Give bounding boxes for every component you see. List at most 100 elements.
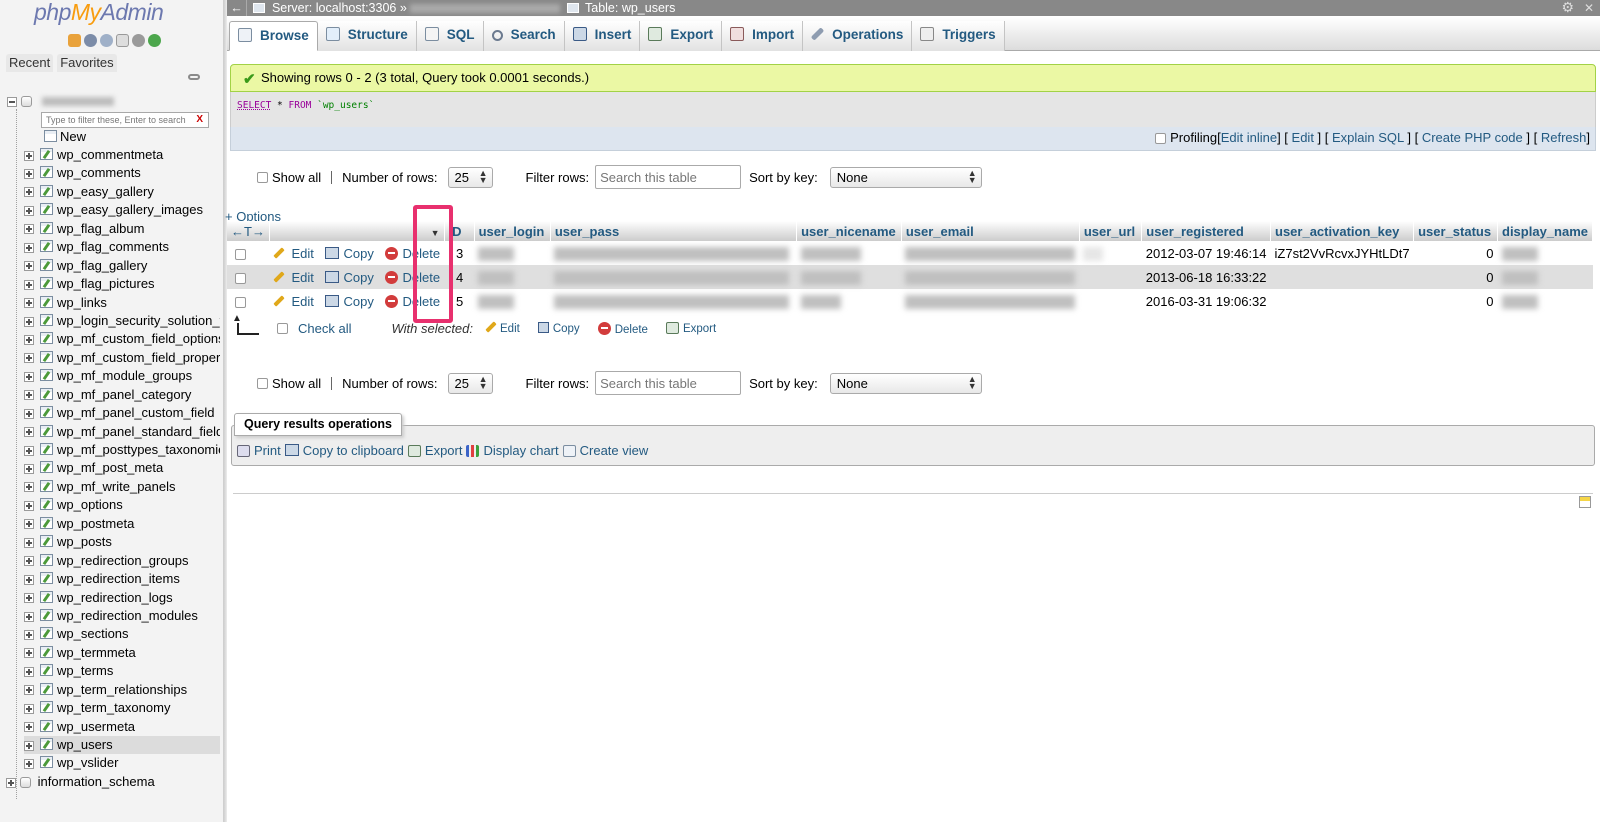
expand-icon[interactable]	[24, 482, 34, 493]
tab-insert[interactable]: Insert	[564, 21, 641, 51]
expand-icon[interactable]	[24, 390, 34, 401]
gear-icon[interactable]: ⚙	[1561, 0, 1574, 15]
show-all-checkbox[interactable]	[257, 377, 268, 389]
table-icon[interactable]	[40, 166, 53, 179]
expand-icon[interactable]	[24, 759, 34, 769]
expand-icon[interactable]	[24, 334, 34, 345]
table-icon[interactable]	[40, 664, 53, 677]
tab-operations[interactable]: Operations	[803, 21, 913, 51]
recent-tab[interactable]: Recent	[6, 54, 54, 72]
sql-keyword-select[interactable]: SELECT	[237, 100, 271, 111]
sidebar-table-item[interactable]: wp_users	[24, 736, 220, 755]
row-checkbox[interactable]	[235, 248, 246, 260]
copy-row-link[interactable]: Copy	[325, 270, 374, 285]
show-all-checkbox[interactable]	[257, 171, 268, 183]
sidebar-table-item[interactable]: wp_mf_panel_custom_field	[24, 404, 220, 422]
edit-row-link[interactable]: Edit	[273, 270, 314, 285]
export-results-link[interactable]: Export	[407, 443, 462, 458]
reload-icon[interactable]	[148, 34, 161, 47]
expand-icon[interactable]	[24, 464, 34, 474]
create-php-code-link[interactable]: Create PHP code	[1422, 130, 1523, 145]
table-icon[interactable]	[40, 608, 53, 621]
expand-icon[interactable]	[24, 593, 34, 604]
back-arrow-icon[interactable]: ←	[227, 0, 247, 16]
sidebar-table-item[interactable]: wp_redirection_modules	[24, 607, 220, 625]
close-icon[interactable]: ✕	[1584, 0, 1594, 16]
expand-icon[interactable]	[24, 611, 34, 622]
sort-by-key-select[interactable]: None ▲ ▼	[829, 166, 982, 188]
sidebar-table-item[interactable]: wp_mf_post_meta	[24, 459, 220, 477]
sidebar-table-item[interactable]: wp_flag_pictures	[24, 275, 220, 293]
expand-icon[interactable]	[24, 224, 34, 235]
settings-icon[interactable]	[132, 34, 145, 47]
sidebar-table-item[interactable]: wp_redirection_logs	[24, 589, 220, 607]
favorites-tab[interactable]: Favorites	[57, 54, 117, 72]
column-header-user-status[interactable]: user_status	[1413, 221, 1498, 241]
check-all-checkbox[interactable]	[277, 323, 288, 334]
table-icon[interactable]	[40, 203, 53, 216]
expand-icon[interactable]	[24, 298, 34, 309]
table-icon[interactable]	[40, 590, 53, 603]
column-header-user-url[interactable]: user_url	[1079, 221, 1143, 241]
expand-icon[interactable]	[24, 187, 34, 198]
table-icon[interactable]	[40, 535, 53, 548]
tab-import[interactable]: Import	[722, 21, 804, 51]
table-icon[interactable]	[40, 221, 53, 234]
bulk-edit-button[interactable]: Edit	[485, 320, 520, 335]
bulk-delete-button[interactable]: Delete	[597, 321, 648, 336]
home-icon[interactable]	[68, 34, 81, 47]
edit-row-link[interactable]: Edit	[273, 246, 314, 261]
table-breadcrumb[interactable]: Table: wp_users	[585, 1, 675, 15]
expand-icon[interactable]	[24, 427, 34, 438]
expand-icon[interactable]	[24, 722, 34, 733]
sidebar-table-item[interactable]: wp_mf_write_panels	[24, 478, 220, 496]
expand-icon[interactable]	[24, 408, 34, 419]
table-icon[interactable]	[40, 701, 53, 714]
table-icon[interactable]	[40, 443, 53, 455]
expand-icon[interactable]	[24, 279, 34, 290]
sidebar-table-item[interactable]: wp_comments	[24, 164, 220, 182]
sidebar-table-item[interactable]: wp_login_security_solution_fa	[24, 312, 220, 330]
cell-user-activation-key[interactable]	[1270, 289, 1414, 313]
cell-user-registered[interactable]: 2013-06-18 16:33:22	[1141, 265, 1271, 289]
expand-icon[interactable]	[24, 685, 34, 696]
table-icon[interactable]	[40, 295, 53, 308]
expand-icon[interactable]	[24, 353, 34, 364]
profiling-checkbox[interactable]	[1155, 133, 1167, 144]
sidebar-table-item[interactable]: wp_usermeta	[24, 718, 220, 736]
expand-icon[interactable]	[24, 500, 34, 511]
create-view-link[interactable]: Create view	[562, 443, 648, 458]
sidebar-table-item[interactable]: wp_termmeta	[24, 644, 220, 662]
sidebar-table-item[interactable]: wp_posts	[24, 533, 220, 551]
edit-query-link[interactable]: Edit	[1292, 130, 1314, 145]
table-icon[interactable]	[40, 313, 53, 326]
table-icon[interactable]	[40, 184, 53, 197]
help-icon[interactable]	[100, 34, 113, 47]
link-icon[interactable]	[188, 74, 200, 80]
tab-sql[interactable]: SQL	[416, 21, 484, 51]
cell-user-status[interactable]: 0	[1413, 289, 1498, 313]
rows-per-page-select[interactable]: 25 ▲ ▼	[447, 372, 493, 394]
sidebar-table-item[interactable]: wp_mf_posttypes_taxonomies	[24, 441, 220, 459]
sidebar-table-item[interactable]: wp_flag_comments	[24, 238, 220, 256]
edit-row-link[interactable]: Edit	[273, 294, 314, 309]
table-icon[interactable]	[40, 645, 53, 658]
table-filter-input[interactable]: Type to filter these, Enter to search X	[41, 112, 209, 128]
cell-user-activation-key[interactable]	[1270, 265, 1414, 289]
copy-to-clipboard-link[interactable]: Copy to clipboard	[284, 443, 404, 458]
table-icon[interactable]	[40, 756, 53, 769]
expand-icon[interactable]	[24, 316, 34, 327]
database-node[interactable]	[7, 93, 114, 108]
tab-browse[interactable]: Browse	[229, 21, 318, 51]
tab-structure[interactable]: Structure	[317, 21, 417, 51]
row-checkbox[interactable]	[235, 272, 246, 284]
expand-icon[interactable]	[24, 169, 34, 179]
clear-filter-icon[interactable]: X	[196, 114, 203, 125]
table-icon[interactable]	[40, 240, 53, 253]
expand-icon[interactable]	[24, 648, 34, 659]
column-header-user-nicename[interactable]: user_nicename	[796, 221, 902, 241]
expand-icon[interactable]	[24, 703, 34, 714]
expand-icon[interactable]	[24, 537, 34, 548]
console-icon[interactable]	[1579, 496, 1591, 508]
table-icon[interactable]	[40, 682, 53, 695]
